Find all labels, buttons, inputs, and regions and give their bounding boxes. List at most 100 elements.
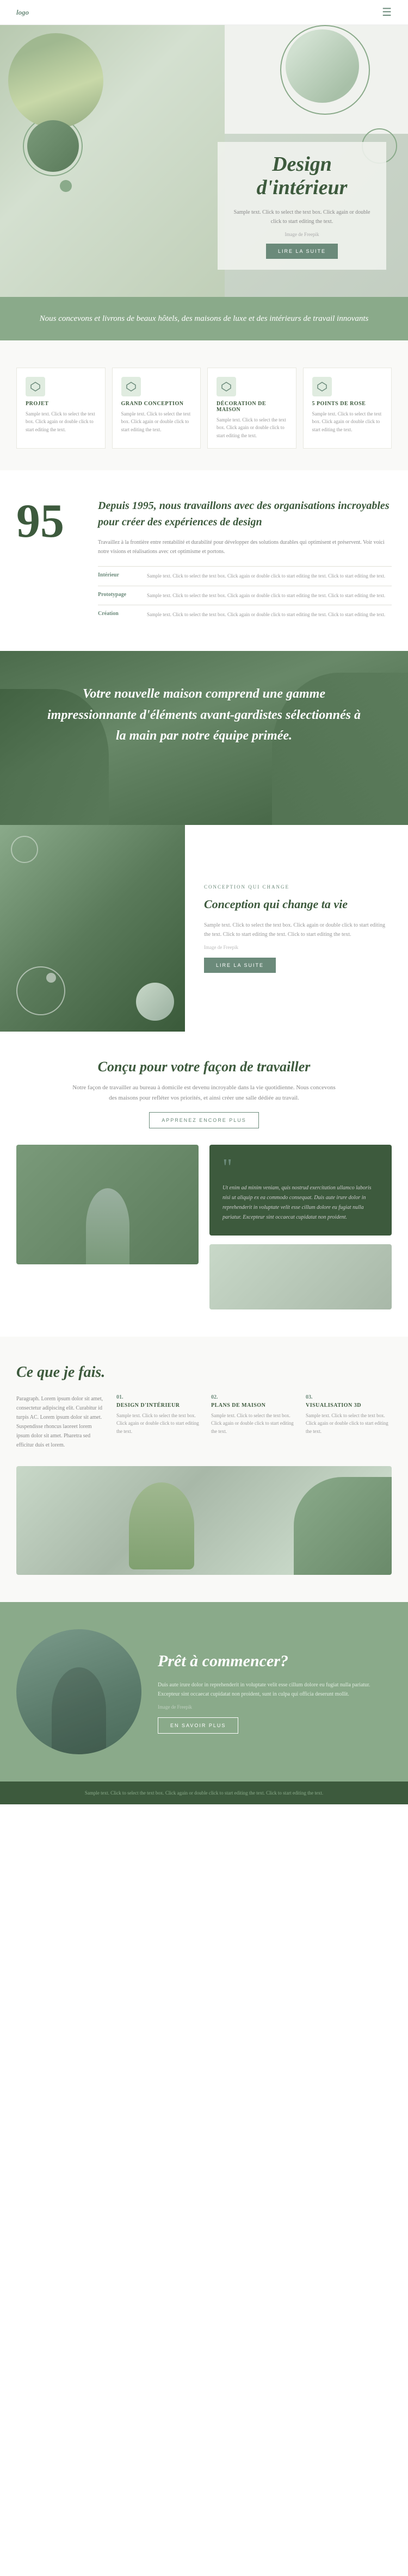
work-style-description: Notre façon de travailler au bureau à do…: [68, 1083, 340, 1103]
stat-label-1: Intérieur: [98, 567, 147, 586]
whatido-col-2: 02. Plans de maison Sample text. Click t…: [211, 1394, 297, 1450]
hero2-title: Votre nouvelle maison comprend une gamme…: [44, 684, 364, 746]
concept-content-right: Conception qui change Conception qui cha…: [185, 825, 408, 1032]
hero2-content: Votre nouvelle maison comprend une gamme…: [0, 651, 408, 779]
whatido-num-1: 01.: [116, 1394, 202, 1400]
work-quote-text: Ut enim ad minim veniam, quis nostrud ex…: [222, 1183, 379, 1222]
work-style-section: Conçu pour votre façon de travailler Not…: [0, 1032, 408, 1337]
work-style-cols: " Ut enim ad minim veniam, quis nostrud …: [16, 1145, 392, 1309]
whatido-main-col: Paragraph. Lorem ipsum dolor sit amet, c…: [16, 1394, 103, 1450]
concept-outline-circle-1: [16, 966, 65, 1015]
ready-circle-img: [16, 1629, 141, 1754]
whatido-sub-cols: 01. Design d'intérieur Sample text. Clic…: [116, 1394, 392, 1450]
work-col-1: [16, 1145, 199, 1309]
whatido-bottom-img: [16, 1466, 392, 1575]
hero-cta-button[interactable]: LIRE LA SUITE: [266, 244, 338, 259]
ready-cta-button[interactable]: EN SAVOIR PLUS: [158, 1717, 238, 1734]
concept-img-left: [0, 825, 185, 1032]
stats-content: Depuis 1995, nous travaillons avec des o…: [98, 498, 392, 624]
service-card-4: 5 POINTS DE ROSE Sample text. Click to s…: [303, 368, 392, 449]
whatido-num-3: 03.: [306, 1394, 392, 1400]
stats-subtitle: Depuis 1995, nous travaillons avec des o…: [98, 498, 392, 530]
hamburger-icon[interactable]: ☰: [382, 5, 392, 19]
concept-section-label: Conception qui change: [204, 884, 389, 890]
whatido-col-title-2: Plans de maison: [211, 1402, 297, 1408]
whatido-content: Paragraph. Lorem ipsum dolor sit amet, c…: [16, 1394, 392, 1450]
hero-title: Design d'intérieur: [228, 153, 375, 200]
services-section: PROJET Sample text. Click to select the …: [0, 340, 408, 470]
stats-section: 95 Depuis 1995, nous travaillons avec de…: [0, 470, 408, 651]
concept-section: Conception qui change Conception qui cha…: [0, 825, 408, 1032]
work-col-2: " Ut enim ad minim veniam, quis nostrud …: [209, 1145, 392, 1309]
work-col-img-2: [209, 1244, 392, 1309]
navigation: logo ☰: [0, 0, 408, 25]
whatido-col-3: 03. Visualisation 3D Sample text. Click …: [306, 1394, 392, 1450]
service-text-1[interactable]: Sample text. Click to select the text bo…: [26, 410, 96, 433]
ready-description: Duis aute irure dolor in reprehenderit i…: [158, 1680, 392, 1699]
stat-row-1: Intérieur Sample text. Click to select t…: [98, 567, 392, 586]
whatido-num-2: 02.: [211, 1394, 297, 1400]
service-card-3: DÉCORATION DE MAISON Sample text. Click …: [207, 368, 296, 449]
hero-description: Sample text. Click to select the text bo…: [228, 208, 375, 226]
whatido-title: Ce que je fais.: [16, 1364, 392, 1381]
design-icon: [126, 381, 137, 392]
whatido-col-text-3[interactable]: Sample text. Click to select the text bo…: [306, 1412, 392, 1435]
hero-image-credit: Image de Freepik: [228, 232, 375, 237]
ready-section: Prêt à commencer? Duis aute irure dolor …: [0, 1602, 408, 1782]
stat-text-1[interactable]: Sample text. Click to select the text bo…: [147, 567, 392, 586]
service-icon-4: [312, 377, 332, 396]
work-col-img-1: [16, 1145, 199, 1264]
whatido-col-title-1: Design d'intérieur: [116, 1402, 202, 1408]
service-icon-3: [217, 377, 236, 396]
concept-cta-button[interactable]: LIRE LA SUITE: [204, 958, 276, 973]
stats-description: Travaillez à la frontière entre rentabil…: [98, 538, 392, 556]
service-title-4: 5 POINTS DE ROSE: [312, 401, 383, 407]
hero-section: Design d'intérieur Sample text. Click to…: [0, 25, 408, 297]
service-text-4[interactable]: Sample text. Click to select the text bo…: [312, 410, 383, 433]
ready-image-credit: Image de Freepik: [158, 1704, 392, 1710]
hero-content: Design d'intérieur Sample text. Click to…: [218, 142, 386, 270]
service-text-2[interactable]: Sample text. Click to select the text bo…: [121, 410, 192, 433]
stat-label-2: Prototypage: [98, 586, 147, 605]
concept-portrait-circle: [136, 983, 174, 1021]
stat-text-3[interactable]: Sample text. Click to select the text bo…: [147, 605, 392, 624]
service-text-3[interactable]: Sample text. Click to select the text bo…: [217, 416, 287, 439]
service-card-2: GRAND CONCEPTION Sample text. Click to s…: [112, 368, 201, 449]
service-title-2: GRAND CONCEPTION: [121, 401, 192, 407]
work-style-cta[interactable]: APPRENEZ ENCORE PLUS: [149, 1112, 259, 1128]
stats-number: 95: [16, 498, 82, 545]
rose-icon: [317, 381, 327, 392]
hero-circle-img-2: [286, 29, 359, 103]
whatido-col-text-1[interactable]: Sample text. Click to select the text bo…: [116, 1412, 202, 1435]
concept-image-credit: Image de Freepik: [204, 945, 389, 950]
whatido-col-text-2[interactable]: Sample text. Click to select the text bo…: [211, 1412, 297, 1435]
work-quote-box: " Ut enim ad minim veniam, quis nostrud …: [209, 1145, 392, 1236]
concept-description[interactable]: Sample text. Click to select the text bo…: [204, 921, 389, 939]
logo[interactable]: logo: [16, 8, 29, 17]
service-title-3: DÉCORATION DE MAISON: [217, 401, 287, 413]
service-card-1: PROJET Sample text. Click to select the …: [16, 368, 106, 449]
decoration-icon: [221, 381, 232, 392]
hero-circle-img-1: [8, 33, 103, 128]
stats-number-block: 95: [16, 498, 82, 624]
footer-text[interactable]: Sample text. Click to select the text bo…: [16, 1790, 392, 1796]
stat-row-3: Création Sample text. Click to select th…: [98, 605, 392, 624]
service-title-1: PROJET: [26, 401, 96, 407]
ready-text-content: Prêt à commencer? Duis aute irure dolor …: [158, 1650, 392, 1734]
whatido-col-title-3: Visualisation 3D: [306, 1402, 392, 1408]
tagline-text: Nous concevons et livrons de beaux hôtel…: [27, 312, 381, 325]
ready-title: Prêt à commencer?: [158, 1650, 392, 1673]
work-style-header: Conçu pour votre façon de travailler Not…: [16, 1059, 392, 1128]
hero2-section: Votre nouvelle maison comprend une gamme…: [0, 651, 408, 825]
footer: Sample text. Click to select the text bo…: [0, 1782, 408, 1804]
stat-text-2[interactable]: Sample text. Click to select the text bo…: [147, 586, 392, 605]
quote-mark-icon: ": [222, 1158, 379, 1177]
whatido-main-text: Paragraph. Lorem ipsum dolor sit amet, c…: [16, 1394, 103, 1450]
service-icon-2: [121, 377, 141, 396]
project-icon: [30, 381, 41, 392]
tagline-band: Nous concevons et livrons de beaux hôtel…: [0, 297, 408, 340]
stat-row-2: Prototypage Sample text. Click to select…: [98, 586, 392, 605]
concept-title: Conception qui change ta vie: [204, 896, 389, 913]
hero-circle-img-3: [27, 120, 79, 172]
whatido-section: Ce que je fais. Paragraph. Lorem ipsum d…: [0, 1337, 408, 1602]
